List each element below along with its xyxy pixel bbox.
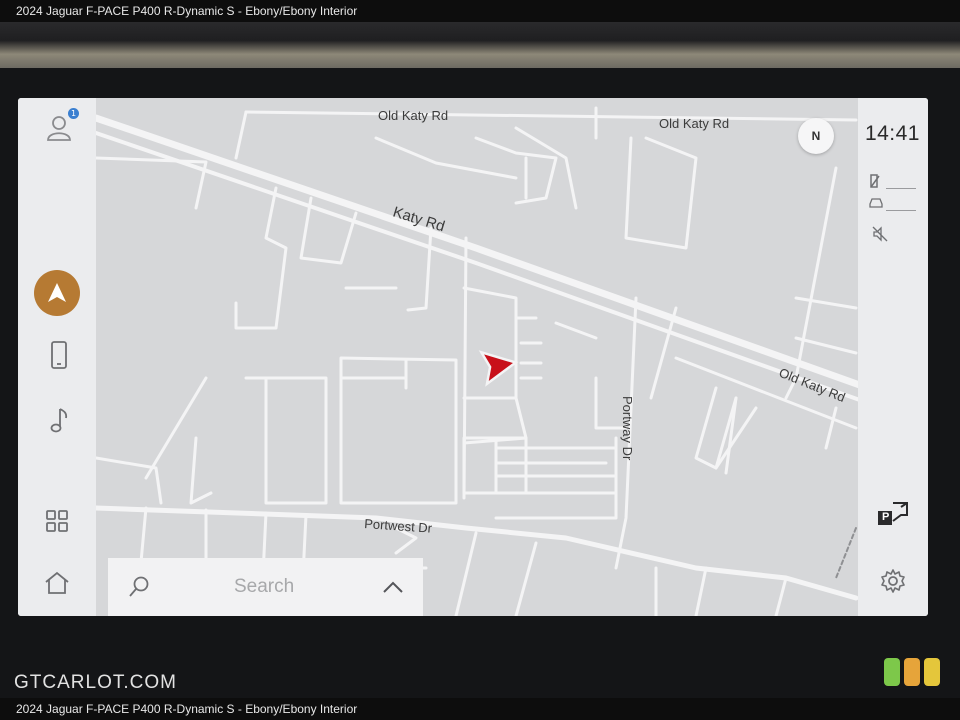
clock: 14:41 [864, 122, 920, 145]
status-lights [884, 658, 940, 686]
site-watermark: GTCARLOT.COM [14, 672, 177, 693]
home-icon [45, 571, 69, 594]
park-label: P [882, 511, 890, 523]
katy-road-service [96, 131, 858, 402]
vehicle-icon [869, 198, 883, 208]
phone-icon [51, 341, 67, 369]
park-assist-button[interactable]: P [872, 496, 914, 530]
map-canvas: Old Katy Rd Old Katy Rd Katy Rd Old Katy… [96, 106, 858, 616]
navigation-icon [48, 283, 66, 302]
dashboard-trim [0, 22, 960, 68]
park-assist-icon [878, 502, 908, 525]
phone-button[interactable] [42, 338, 76, 372]
chevron-up-icon[interactable] [380, 575, 406, 599]
status-divider [886, 210, 916, 211]
left-sidebar: 1 [18, 98, 96, 616]
photo-caption-bottom: 2024 Jaguar F-PACE P400 R-Dynamic S - Eb… [0, 698, 960, 720]
label-portway-dr: Portway Dr [620, 396, 635, 461]
amber-light [904, 658, 920, 686]
status-divider [886, 188, 916, 189]
old-katy-road-top [244, 110, 858, 122]
infotainment-screen: Old Katy Rd Old Katy Rd Katy Rd Old Katy… [18, 98, 928, 616]
search-icon [129, 576, 149, 597]
label-portwest-dr: Portwest Dr [364, 516, 433, 536]
search-bar[interactable]: Search [108, 558, 423, 616]
katy-road [96, 114, 858, 389]
settings-button[interactable] [876, 564, 910, 598]
green-light [884, 658, 900, 686]
navigation-button[interactable] [34, 270, 80, 316]
profile-button[interactable]: 1 [42, 108, 79, 144]
map-labels: Old Katy Rd Old Katy Rd Katy Rd Old Katy… [364, 108, 848, 536]
profile-badge: 1 [68, 108, 79, 119]
navigation-map[interactable]: Old Katy Rd Old Katy Rd Katy Rd Old Katy… [96, 98, 858, 616]
home-button[interactable] [40, 566, 74, 600]
right-sidebar: 14:41 P [858, 98, 928, 616]
label-old-katy-top-left: Old Katy Rd [378, 108, 448, 123]
mute-icon[interactable] [872, 226, 888, 242]
current-position-arrow [478, 350, 519, 387]
media-icon [50, 408, 68, 433]
road-network [96, 106, 858, 616]
photo-caption-top: 2024 Jaguar F-PACE P400 R-Dynamic S - Eb… [0, 0, 960, 22]
search-input[interactable]: Search [234, 558, 294, 616]
media-button[interactable] [42, 403, 76, 437]
apps-grid-icon [46, 510, 68, 532]
yellow-light [924, 658, 940, 686]
settings-icon [881, 569, 905, 593]
compass-button[interactable]: N [798, 118, 834, 154]
label-old-katy-top-right: Old Katy Rd [659, 116, 729, 131]
signal-icon [870, 174, 880, 188]
apps-button[interactable] [40, 504, 74, 538]
